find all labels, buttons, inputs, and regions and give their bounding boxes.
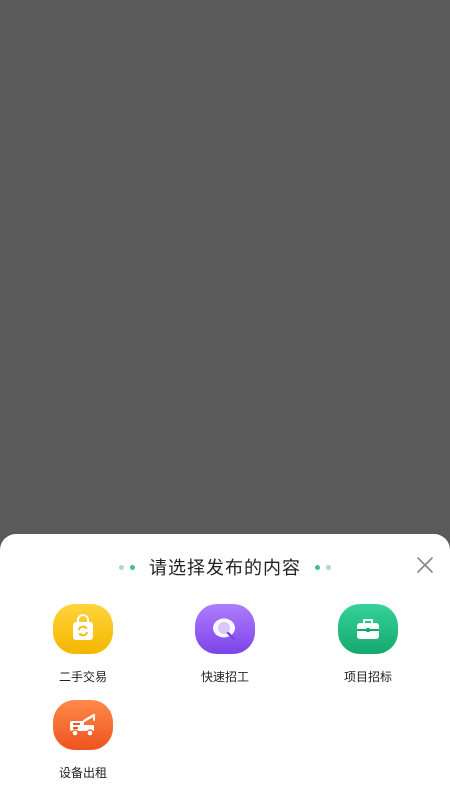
option-second-hand-trade[interactable]: 二手交易 [23, 604, 143, 685]
shopping-bag-refresh-icon [53, 604, 113, 654]
tow-truck-icon [53, 700, 113, 750]
option-label: 二手交易 [58, 670, 107, 684]
close-icon[interactable] [416, 556, 434, 574]
dot [119, 564, 124, 570]
dot [326, 564, 331, 570]
left-dots-decoration [119, 564, 135, 570]
option-equipment-rental[interactable]: 设备出租 [23, 700, 143, 781]
option-project-bidding[interactable]: 项目招标 [308, 604, 428, 685]
toolbox-icon [338, 604, 398, 654]
option-label: 快速招工 [200, 670, 249, 684]
option-label: 设备出租 [58, 766, 107, 780]
option-label: 项目招标 [343, 670, 392, 684]
right-dots-decoration [315, 564, 331, 570]
publish-bottom-sheet: 请选择发布的内容 二手交易 快速招工 项目招标 设备出租 [0, 534, 450, 800]
dot [130, 564, 135, 570]
chat-search-icon [195, 604, 255, 654]
dot [315, 564, 320, 570]
sheet-header: 请选择发布的内容 [0, 554, 450, 580]
option-quick-hiring[interactable]: 快速招工 [165, 604, 285, 685]
sheet-title: 请选择发布的内容 [149, 558, 301, 579]
